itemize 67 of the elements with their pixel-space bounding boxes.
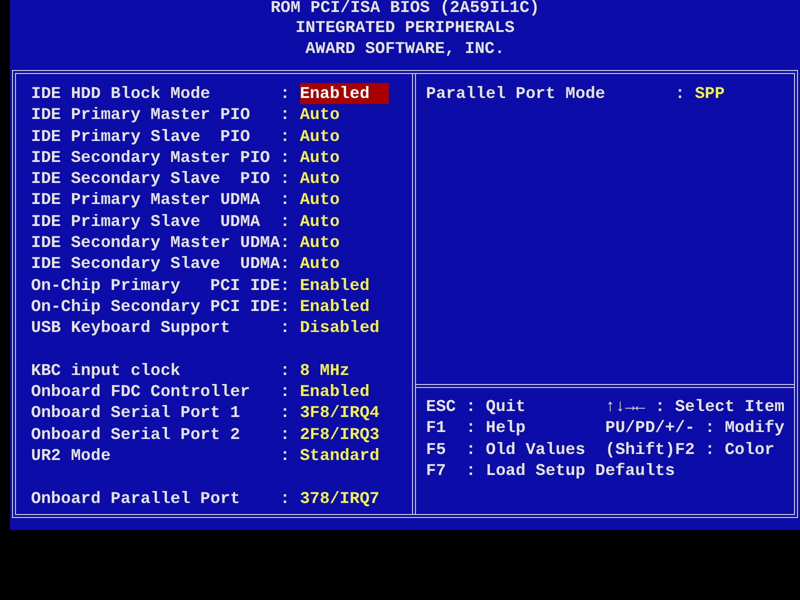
setting-value[interactable]: Disabled [300,317,383,339]
colon-separator: : [280,83,291,104]
setting-label: IDE Primary Master UDMA [31,189,262,211]
colon-separator: : [280,253,291,275]
setting-label: IDE Secondary Slave UDMA [31,253,280,275]
setting-label: IDE Secondary Master UDMA [31,232,280,254]
colon-separator: : [280,488,291,509]
key-help-text: F5 : Old Values [426,438,586,460]
setting-value[interactable]: Auto [300,232,343,254]
setting-label: IDE HDD Block Mode [31,83,212,104]
colon-separator: : [280,168,291,190]
header-title: INTEGRATED PERIPHERALS [295,17,515,38]
setting-label: USB Keyboard Support [31,317,232,339]
setting-label: IDE Primary Slave UDMA [31,210,262,232]
key-help-text: F7 : Load Setup Defaults [426,460,675,482]
setting-value[interactable]: Auto [300,253,343,275]
header-title: ROM PCI/ISA BIOS (2A59IL1C) [270,0,540,17]
colon-separator: : [280,381,291,402]
colon-separator: : [280,126,291,147]
colon-separator: : [280,402,291,424]
setting-value[interactable]: Auto [300,126,343,147]
setting-value[interactable]: Auto [300,104,343,126]
key-help-text: ↑↓→← : Select Item [605,396,784,418]
setting-value[interactable]: SPP [694,83,728,104]
setting-label: Onboard Serial Port 2 [31,424,242,446]
setting-label: Onboard FDC Controller [31,381,252,402]
key-help-text: PU/PD/+/- : Modify [605,417,784,439]
setting-label: IDE Secondary Slave PIO [31,168,271,190]
setting-value[interactable]: 8 MHz [300,360,353,382]
colon-separator: : [280,317,291,339]
setting-label: Parallel Port Mode [426,83,606,104]
colon-separator: : [280,296,291,318]
setting-label: IDE Primary Slave PIO [31,126,252,147]
setting-label: IDE Secondary Master PIO [31,146,271,168]
setting-value[interactable]: 3F8/IRQ4 [300,402,383,424]
setting-value[interactable]: Auto [300,146,343,168]
key-help-text: F1 : Help [426,417,526,439]
setting-value[interactable]: Enabled [300,296,373,318]
setting-value[interactable]: Enabled [300,381,373,402]
setting-value[interactable]: 378/IRQ7 [300,488,383,509]
setting-label: On-Chip Primary PCI IDE [31,274,280,296]
setting-label: IDE Primary Master PIO [31,104,252,126]
colon-separator: : [280,445,291,466]
colon-separator: : [280,424,291,446]
key-help-text: (Shift)F2 : Color [605,438,775,460]
colon-separator: : [674,83,686,104]
setting-value[interactable]: Enabled [300,83,390,104]
setting-value[interactable]: 2F8/IRQ3 [300,424,383,446]
key-help-text: ESC : Quit [426,396,526,418]
colon-separator: : [280,146,291,168]
setting-value[interactable]: Enabled [300,274,373,296]
colon-separator: : [280,232,291,254]
colon-separator: : [280,274,291,296]
setting-value[interactable]: Auto [300,168,343,190]
header-title: AWARD SOFTWARE, INC. [305,38,505,59]
setting-value[interactable]: Auto [300,210,343,232]
setting-value[interactable]: Auto [300,189,343,211]
colon-separator: : [280,360,291,382]
setting-label: UR2 Mode [31,445,112,466]
setting-label: KBC input clock [31,360,182,382]
colon-separator: : [280,189,291,211]
setting-label: On-Chip Secondary PCI IDE [31,296,280,318]
setting-label: Onboard Parallel Port [31,488,242,509]
colon-separator: : [280,104,291,126]
setting-value[interactable]: Standard [300,445,383,466]
colon-separator: : [280,210,291,232]
setting-label: Onboard Serial Port 1 [31,402,242,424]
